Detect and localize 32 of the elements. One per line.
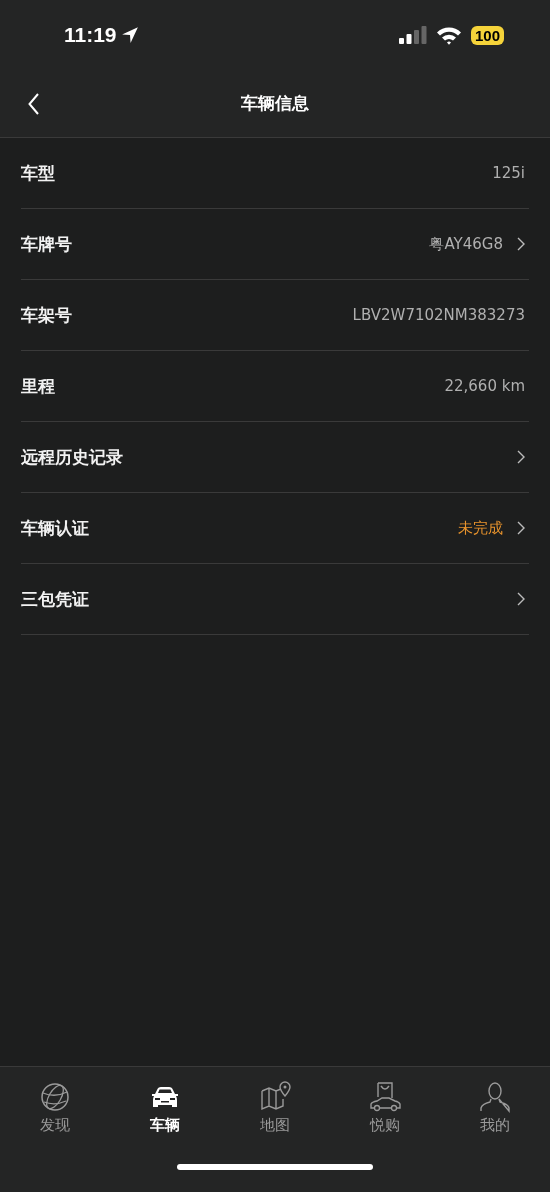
row-value: 22,660 km: [444, 377, 525, 395]
shopping-bag-car-icon: [369, 1081, 401, 1113]
person-icon: [479, 1081, 511, 1113]
page-title: 车辆信息: [241, 92, 309, 115]
row-label: 车架号: [21, 303, 72, 327]
map-pin-icon: [259, 1081, 291, 1113]
back-icon[interactable]: [28, 93, 40, 115]
row-value: 未完成: [458, 518, 503, 538]
tab[interactable]: 发现: [15, 1081, 95, 1154]
battery-level: 100: [470, 25, 504, 45]
clock-time: 11:19: [64, 23, 117, 47]
row-label: 三包凭证: [21, 587, 89, 611]
row-value: 125i: [492, 164, 525, 182]
list-row[interactable]: 远程历史记录: [21, 422, 529, 493]
location-arrow-icon: [120, 26, 139, 44]
list-row[interactable]: 三包凭证: [21, 564, 529, 635]
row-value: LBV2W7102NM383273: [352, 306, 525, 324]
signal-icon: [398, 26, 427, 44]
row-value: 粤AY46G8: [429, 234, 503, 254]
row-label: 车牌号: [21, 232, 72, 256]
list-row[interactable]: 车牌号 粤AY46G8: [21, 209, 529, 280]
globe-icon: [39, 1081, 71, 1113]
row-label: 车型: [21, 161, 55, 185]
tab[interactable]: 悦购: [345, 1081, 425, 1154]
row-label: 里程: [21, 374, 55, 398]
tab[interactable]: 地图: [235, 1081, 315, 1154]
tab[interactable]: 车辆: [125, 1081, 205, 1154]
row-label: 车辆认证: [21, 516, 89, 540]
wifi-icon: [435, 25, 462, 45]
row-label: 远程历史记录: [21, 445, 123, 469]
list-row[interactable]: 车辆认证 未完成: [21, 493, 529, 564]
tab[interactable]: 我的: [455, 1081, 535, 1154]
